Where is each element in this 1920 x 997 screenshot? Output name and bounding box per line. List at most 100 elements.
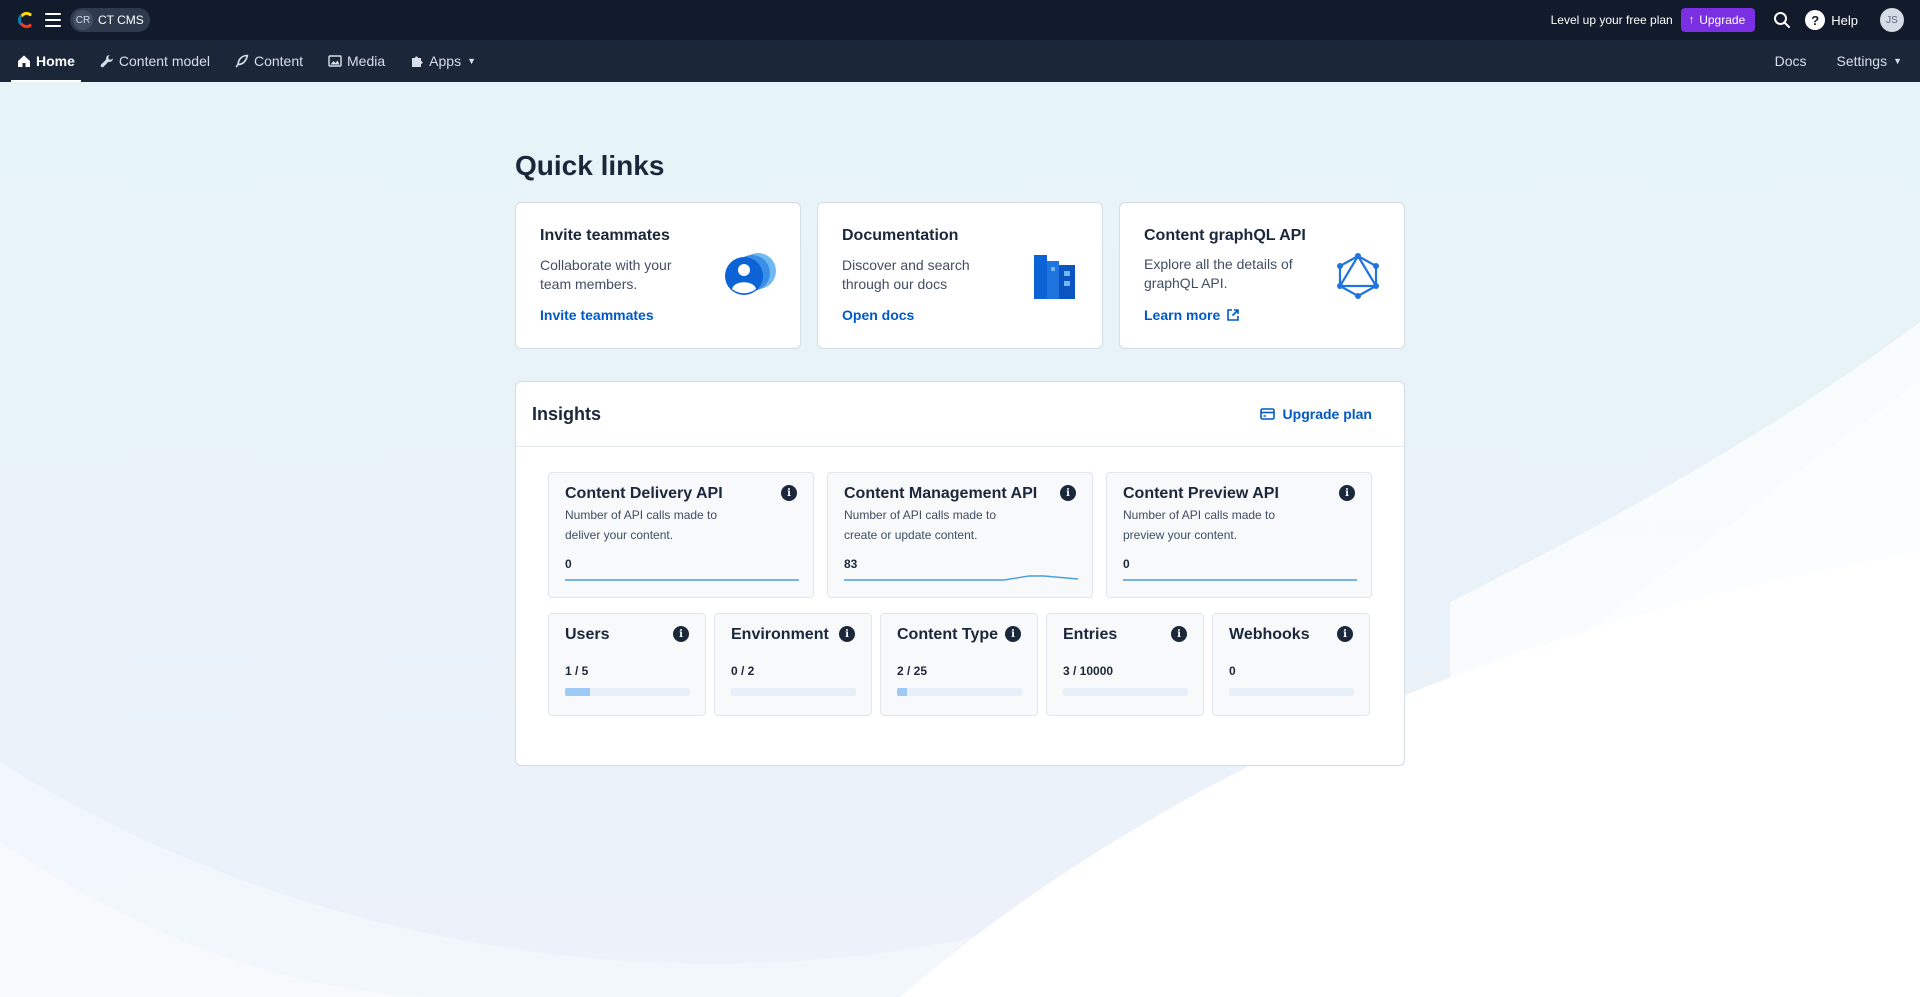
user-avatar[interactable]: JS — [1880, 8, 1904, 32]
insights-panel: Insights Upgrade plan Content Delivery A… — [515, 381, 1405, 766]
learn-more-label: Learn more — [1144, 307, 1221, 323]
external-link-icon — [1227, 309, 1240, 321]
graphql-logo-icon — [1337, 253, 1379, 299]
nav-content-model[interactable]: Content model — [94, 40, 216, 82]
nav-content[interactable]: Content — [229, 40, 309, 82]
quick-link-card-invite: Invite teammates Collaborate with your t… — [515, 202, 801, 349]
usage-value: 3 / 10000 — [1063, 664, 1114, 678]
info-icon[interactable]: i — [1337, 626, 1353, 642]
info-icon[interactable]: i — [839, 626, 855, 642]
card-title: Invite teammates — [540, 227, 670, 244]
contentful-logo-icon[interactable] — [15, 10, 35, 30]
space-avatar: CR — [73, 10, 93, 30]
info-icon[interactable]: i — [1339, 485, 1355, 501]
upgrade-plan-button[interactable]: Upgrade plan — [1259, 406, 1372, 422]
nav-settings-label: Settings — [1836, 53, 1888, 69]
quick-link-card-graphql: Content graphQL API Explore all the deta… — [1119, 202, 1405, 349]
quick-link-card-docs: Documentation Discover and search throug… — [817, 202, 1103, 349]
info-icon[interactable]: i — [1060, 485, 1076, 501]
teammates-illustration-icon — [725, 253, 776, 295]
help-button[interactable]: ? Help — [1805, 10, 1858, 30]
usage-value: 1 / 5 — [565, 664, 589, 678]
card-description: Explore all the details of graphQL API. — [1144, 256, 1293, 291]
image-icon — [328, 54, 342, 68]
card-title: Content graphQL API — [1144, 227, 1306, 244]
wrench-icon — [100, 54, 114, 68]
info-icon[interactable]: i — [781, 485, 797, 501]
insights-heading: Insights — [532, 403, 602, 424]
learn-more-link[interactable]: Learn more — [1144, 307, 1240, 323]
invite-teammates-link[interactable]: Invite teammates — [540, 307, 654, 323]
upgrade-plan-label: Upgrade plan — [1282, 406, 1372, 422]
metric-description: Number of API calls made to deliver your… — [565, 508, 718, 542]
metric-card-content-preview-api: Content Preview API i Number of API call… — [1106, 472, 1372, 598]
metric-title: Content Preview API — [1123, 485, 1279, 502]
search-icon[interactable] — [1773, 11, 1791, 29]
metric-card-content-delivery-api: Content Delivery API i Number of API cal… — [548, 472, 814, 598]
help-icon: ? — [1805, 10, 1826, 30]
usage-card-users: Users i 1 / 5 — [548, 613, 706, 716]
books-illustration-icon — [1034, 255, 1075, 299]
nav-content-label: Content — [253, 53, 304, 69]
nav-home-label: Home — [36, 53, 75, 69]
nav-home[interactable]: Home — [11, 40, 81, 82]
metric-description: Number of API calls made to preview your… — [1123, 508, 1276, 542]
card-title: Documentation — [842, 227, 959, 244]
insights-header: Insights Upgrade plan — [516, 382, 1404, 447]
usage-progress-bar — [1229, 688, 1354, 696]
usage-title: Environment — [731, 626, 829, 643]
sparkline-chart — [844, 575, 1078, 581]
top-bar: CR CT CMS Level up your free plan ↑ Upgr… — [0, 0, 1920, 40]
nav-docs-label: Docs — [1774, 53, 1807, 69]
nav-apps[interactable]: Apps ▼ — [404, 40, 482, 82]
space-name: CT CMS — [98, 13, 144, 27]
usage-card-environment: Environment i 0 / 2 — [714, 613, 872, 716]
info-icon[interactable]: i — [1171, 626, 1187, 642]
usage-card-content-type: Content Type i 2 / 25 — [880, 613, 1038, 716]
arrow-up-icon: ↑ — [1688, 14, 1695, 26]
promo-text: Level up your free plan — [1550, 13, 1673, 27]
help-label: Help — [1831, 12, 1858, 28]
card-description: Discover and search through our docs — [842, 257, 970, 292]
quick-links-heading: Quick links — [515, 150, 665, 181]
usage-title: Webhooks — [1229, 626, 1310, 643]
metric-card-content-management-api: Content Management API i Number of API c… — [827, 472, 1093, 598]
credit-card-icon — [1259, 408, 1275, 420]
feather-icon — [235, 54, 249, 68]
info-icon[interactable]: i — [673, 626, 689, 642]
menu-icon[interactable] — [45, 13, 61, 27]
sparkline-chart — [565, 579, 799, 581]
metric-description: Number of API calls made to create or up… — [844, 508, 997, 542]
usage-title: Entries — [1063, 626, 1118, 643]
puzzle-icon — [410, 54, 424, 68]
usage-progress-bar — [897, 688, 1022, 696]
usage-card-webhooks: Webhooks i 0 — [1212, 613, 1370, 716]
usage-progress-bar — [565, 688, 690, 696]
card-description: Collaborate with your team members. — [540, 257, 672, 292]
upgrade-label: Upgrade — [1699, 13, 1746, 27]
main-nav: Home Content model Content Media Apps ▼ … — [0, 40, 1920, 82]
usage-title: Content Type — [897, 626, 999, 643]
nav-settings[interactable]: Settings ▼ — [1830, 40, 1908, 82]
sparkline-chart — [1123, 579, 1357, 581]
usage-value: 0 / 2 — [731, 664, 755, 678]
upgrade-button[interactable]: ↑ Upgrade — [1680, 8, 1756, 32]
home-icon — [17, 54, 31, 68]
usage-progress-bar — [731, 688, 856, 696]
metric-title: Content Delivery API — [565, 485, 723, 502]
usage-progress-bar — [1063, 688, 1188, 696]
caret-down-icon: ▼ — [467, 56, 476, 66]
info-icon[interactable]: i — [1005, 626, 1021, 642]
usage-progress-fill — [565, 688, 590, 696]
metric-title: Content Management API — [844, 485, 1038, 502]
nav-docs[interactable]: Docs — [1769, 40, 1813, 82]
nav-content-model-label: Content model — [118, 53, 210, 69]
open-docs-link[interactable]: Open docs — [842, 307, 914, 323]
usage-card-entries: Entries i 3 / 10000 — [1046, 613, 1204, 716]
nav-apps-label: Apps — [429, 53, 462, 69]
space-switcher[interactable]: CR CT CMS — [70, 8, 150, 32]
usage-value: 2 / 25 — [897, 664, 928, 678]
usage-value: 0 — [1229, 664, 1236, 678]
nav-media[interactable]: Media — [322, 40, 391, 82]
nav-media-label: Media — [347, 53, 386, 69]
